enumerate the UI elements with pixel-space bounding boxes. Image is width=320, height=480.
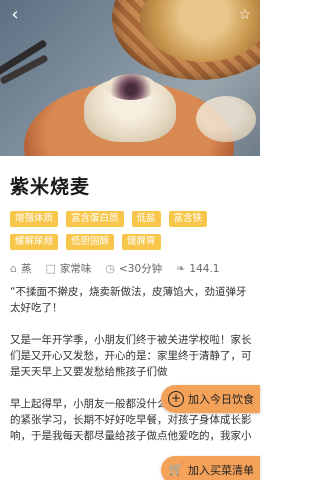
meta-calories-label: 144.1 (189, 262, 220, 275)
add-to-shopping-list-label: 加入买菜清单 (188, 464, 254, 477)
hero-dumpling-back (196, 96, 256, 142)
recipe-meta: ⌂ 蒸 □ 家常味 ◷ <30分钟 ❧ 144.1 (10, 261, 250, 276)
add-to-shopping-list-button[interactable]: 🛒 加入买菜清单 (161, 456, 260, 480)
recipe-title: 紫米烧麦 (10, 176, 91, 198)
meta-taste-label: 家常味 (59, 263, 92, 275)
meta-time: ◷ <30分钟 (105, 261, 162, 276)
tag[interactable]: 增强体质 (10, 211, 59, 227)
cart-icon: 🛒 (168, 462, 184, 476)
add-to-today-diet-button[interactable]: + 加入今日饮食 (161, 385, 260, 413)
star-outline-icon: ☆ (238, 7, 252, 23)
meta-method-label: 蒸 (20, 263, 32, 275)
meta-time-label: <30分钟 (119, 263, 163, 275)
hero-dumpling-top (106, 74, 156, 100)
dish-icon: □ (45, 262, 56, 275)
meta-method: ⌂ 蒸 (10, 261, 31, 276)
tag[interactable]: 低盐 (131, 211, 161, 227)
add-to-today-diet-label: 加入今日饮食 (188, 393, 254, 406)
recipe-hero-image (0, 0, 260, 156)
recipe-description: “不揉面不擀皮，烧卖新做法，皮薄馅大，劲道弹牙太好吃了！ 又是一年开学季，小朋友… (10, 284, 254, 460)
chevron-left-icon: ‹ (11, 4, 19, 25)
recipe-tags: 增强体质 富含蛋白质 低盐 富含铁 缓解尿频 低胆固醇 健脾胃 (10, 211, 260, 257)
back-button[interactable]: ‹ (6, 6, 24, 24)
tag[interactable]: 低胆固醇 (66, 234, 115, 250)
meta-taste: □ 家常味 (45, 261, 91, 276)
clock-icon: ◷ (105, 262, 115, 275)
favorite-button[interactable]: ☆ (236, 6, 254, 24)
description-paragraph: “不揉面不擀皮，烧卖新做法，皮薄馅大，劲道弹牙太好吃了！ (10, 286, 247, 314)
tag[interactable]: 健脾胃 (122, 234, 161, 250)
meta-calories: ❧ 144.1 (176, 262, 219, 275)
tag[interactable]: 缓解尿频 (10, 234, 59, 250)
leaf-icon: ❧ (176, 262, 186, 275)
description-paragraph: 又是一年开学季，小朋友们终于被关进学校啦！家长们是又开心又发愁，开心的是：家里终… (10, 334, 252, 378)
plus-circle-icon: + (168, 391, 184, 407)
tag[interactable]: 富含蛋白质 (66, 211, 124, 227)
tag[interactable]: 富含铁 (168, 211, 208, 227)
pot-icon: ⌂ (10, 262, 17, 275)
